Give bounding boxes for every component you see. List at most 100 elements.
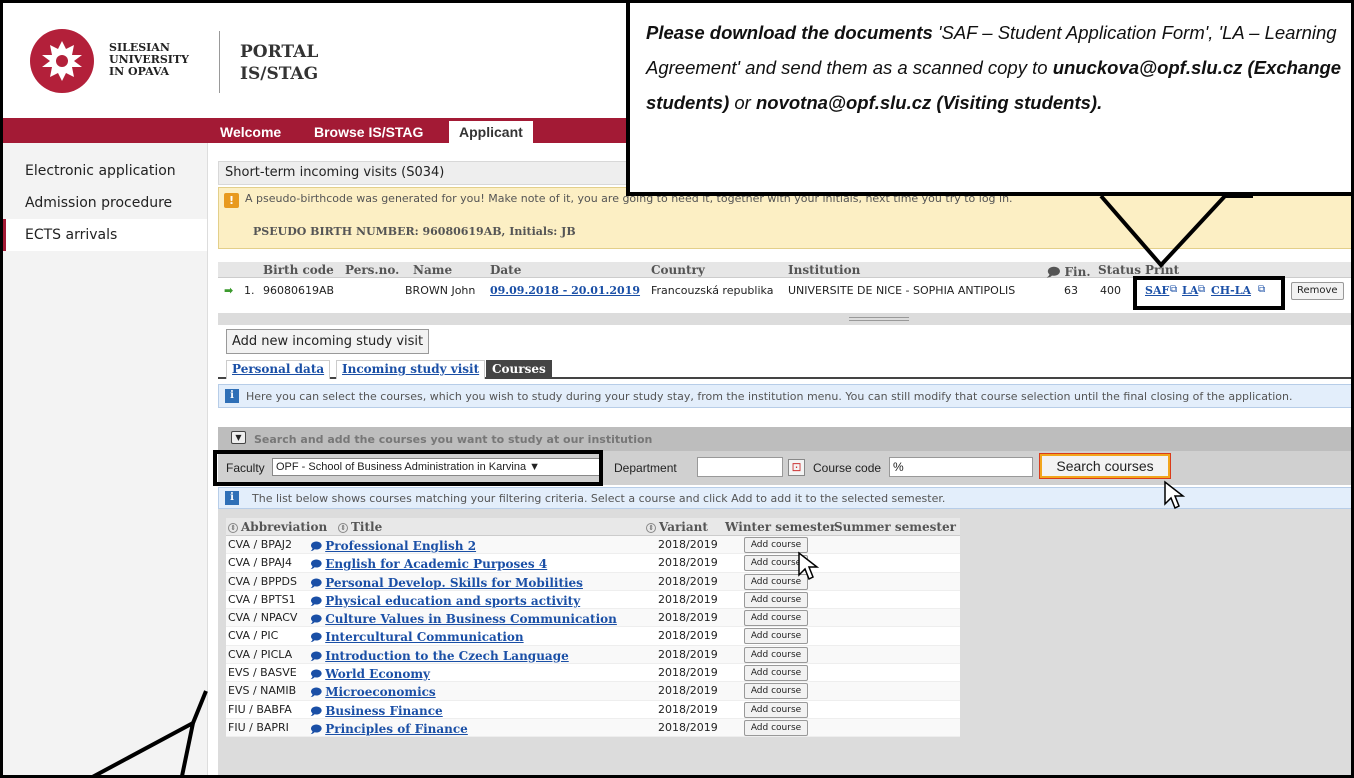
course-row[interactable]: CVA / PICLA 🗩 Introduction to the Czech La… [226,645,960,665]
course-abbreviation: CVA / PIC [228,629,279,643]
course-title-link[interactable]: Personal Develop. Skills for Mobilities [325,576,583,590]
list-info-text: The list below shows courses matching yo… [252,492,946,505]
course-abbreviation: CVA / BPPDS [228,574,297,588]
tab-personal-data[interactable]: Personal data [226,360,331,379]
add-course-button[interactable]: Add course [744,610,808,627]
col-print: Print [1145,263,1180,277]
course-abbreviation: EVS / BASVE [228,666,297,680]
comment-icon[interactable]: 🗩 [310,558,322,571]
mouse-cursor-icon [798,551,820,581]
comment-icon[interactable]: 🗩 [310,686,322,699]
sidebar-item-admission-procedure[interactable]: Admission procedure [3,187,207,219]
course-title-link[interactable]: Intercultural Communication [325,630,523,644]
sort-icon[interactable]: ⇕ [646,523,656,533]
instruction-callout: Please download the documents 'SAF – Stu… [626,3,1351,196]
course-title-link[interactable]: Physical education and sports activity [325,594,580,608]
comment-icon[interactable]: 🗩 [310,540,322,553]
add-course-button[interactable]: Add course [744,628,808,645]
remove-button[interactable]: Remove [1291,282,1344,300]
sub-tabs: Personal data Incoming study visit Cours… [218,358,1351,379]
add-course-button[interactable]: Add course [744,683,808,700]
comment-icon[interactable]: 🗩 [310,650,322,663]
nav-tab-applicant[interactable]: Applicant [449,121,533,143]
course-table: ⇕ Abbreviation ⇕ Title ⇕ Variant Winter sem… [226,518,960,740]
nav-tab-browse[interactable]: Browse IS/STAG [314,122,423,142]
course-abbreviation: CVA / BPAJ2 [228,538,292,551]
course-title-link[interactable]: Introduction to the Czech Language [325,649,569,663]
visit-date-link[interactable]: 09.09.2018 - 20.01.2019 [490,284,640,297]
resize-grip-icon[interactable] [849,317,909,321]
collapse-icon[interactable]: ▼ [231,431,246,444]
course-variant: 2018/2019 [658,611,718,625]
department-input[interactable] [697,457,783,477]
course-title-link[interactable]: Culture Values in Business Communication [325,612,617,626]
col-country: Country [651,263,705,277]
course-row[interactable]: CVA / BPAJ4 🗩 English for Academic Purpose… [226,554,960,573]
col-variant[interactable]: ⇕ Variant [646,520,708,534]
course-row[interactable]: FIU / BAPRI 🗩 Principles of Finance 2018/20… [226,718,960,740]
nav-tab-welcome[interactable]: Welcome [220,122,281,142]
course-title-link[interactable]: English for Academic Purposes 4 [325,557,547,571]
course-variant: 2018/2019 [658,666,718,680]
course-abbreviation: FIU / BABFA [228,702,292,716]
search-panel-header[interactable]: ▼ Search and add the courses you want to… [218,427,1351,451]
course-variant: 2018/2019 [658,538,718,551]
add-visit-button[interactable]: Add new incoming study visit [226,329,430,354]
course-row[interactable]: FIU / BABFA 🗩 Business Finance 2018/2019 Add… [226,700,960,719]
course-abbreviation: CVA / BPAJ4 [228,556,292,570]
row-institution: UNIVERSITE DE NICE - SOPHIA ANTIPOLIS [788,284,1016,297]
course-row[interactable]: CVA / PIC 🗩 Intercultural Communication 201… [226,627,960,646]
sort-icon[interactable]: ⇕ [228,523,238,533]
course-variant: 2018/2019 [658,702,718,716]
comment-icon[interactable]: 🗩 [310,668,322,681]
course-title-link[interactable]: Professional English 2 [325,539,476,553]
col-abbreviation[interactable]: ⇕ Abbreviation [228,520,327,534]
course-row[interactable]: CVA / BPTS1 🗩 Physical education and sport… [226,590,960,610]
warning-box: ! A pseudo-birthcode was generated for y… [218,187,1351,249]
col-title[interactable]: ⇕ Title [338,520,382,534]
university-logo-icon[interactable] [30,29,94,93]
sidebar-item-ects-arrivals[interactable]: ECTS arrivals [3,219,207,251]
course-row[interactable]: EVS / BASVE 🗩 World Economy 2018/2019 Add co… [226,664,960,683]
sort-icon[interactable]: ⇕ [338,523,348,533]
course-title-link[interactable]: World Economy [325,667,430,681]
row-name: BROWN John [405,284,476,297]
department-picker-icon[interactable]: ⊡ [788,459,805,476]
add-course-button[interactable]: Add course [744,701,808,718]
row-birth-code: 96080619AB [263,284,335,297]
course-title-link[interactable]: Microeconomics [325,685,435,699]
course-title-link[interactable]: Principles of Finance [325,722,468,736]
course-title-link[interactable]: Business Finance [325,704,442,718]
course-row[interactable]: CVA / BPPDS 🗩 Personal Develop. Skills for… [226,572,960,591]
add-course-button[interactable]: Add course [744,646,808,663]
add-course-button[interactable]: Add course [744,591,808,608]
courses-info-text: Here you can select the courses, which y… [246,390,1293,403]
course-variant: 2018/2019 [658,556,718,570]
comment-icon[interactable]: 🗩 [310,723,322,736]
sidebar: Electronic application Admission procedu… [3,143,208,775]
add-course-button[interactable]: Add course [744,665,808,682]
course-row[interactable]: EVS / NAMIB 🗩 Microeconomics 2018/2019 Add c… [226,682,960,701]
course-row[interactable]: CVA / BPAJ2 🗩 Professional English 2 2018/2… [226,536,960,555]
course-code-label: Course code [813,461,882,475]
courses-info-box: i Here you can select the courses, which… [218,384,1351,408]
col-pers-no: Pers.no. [345,263,400,277]
tab-incoming-study-visit[interactable]: Incoming study visit [336,360,486,379]
comment-icon[interactable]: 🗩 [310,631,322,644]
sidebar-item-electronic-application[interactable]: Electronic application [3,155,207,187]
comment-icon[interactable]: 🗩 [310,613,322,626]
add-course-button[interactable]: Add course [744,719,808,736]
university-name: SILESIAN UNIVERSITY IN OPAVA [109,41,189,78]
screenshot-frame: SILESIAN UNIVERSITY IN OPAVA PORTAL IS/S… [0,0,1354,778]
course-row[interactable]: CVA / NPACV 🗩 Culture Values in Business C… [226,609,960,628]
comment-icon[interactable]: 🗩 [310,577,322,590]
course-title: 🗩 Principles of Finance [310,721,468,740]
tab-courses[interactable]: Courses [486,360,552,379]
warning-icon: ! [224,193,239,208]
panel-resizer[interactable] [218,313,1351,325]
search-courses-button[interactable]: Search courses [1039,453,1171,479]
course-code-input[interactable]: % [889,457,1033,477]
comment-icon[interactable]: 🗩 [310,595,322,608]
course-variant: 2018/2019 [658,684,718,698]
comment-icon[interactable]: 🗩 [310,705,322,718]
